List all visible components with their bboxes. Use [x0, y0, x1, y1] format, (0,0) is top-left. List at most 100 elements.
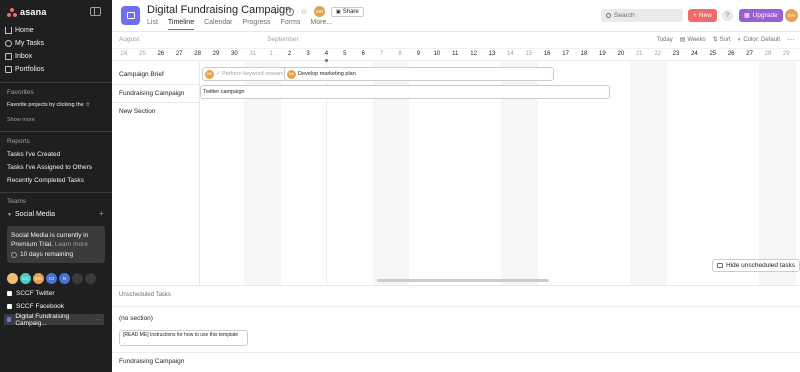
- unscheduled-panel: Unscheduled Tasks (no section) [READ ME]…: [112, 285, 800, 372]
- report-recently-completed[interactable]: Recently Completed Tasks: [7, 177, 84, 184]
- timeline-grid[interactable]: MN ✓ Perform keyword research MN Develop…: [200, 62, 800, 285]
- nav-inbox-label: Inbox: [15, 53, 33, 60]
- day-label: 8: [398, 51, 402, 57]
- nav-home-label: Home: [15, 27, 34, 34]
- nav-inbox[interactable]: Inbox: [5, 53, 32, 60]
- project-digital-fundraising[interactable]: Digital Fundraising Campaig... ···: [4, 313, 104, 327]
- add-project-icon[interactable]: +: [99, 209, 104, 218]
- member-avatar[interactable]: [7, 273, 18, 284]
- today-button[interactable]: Today: [657, 37, 673, 43]
- tab-progress[interactable]: Progress: [243, 19, 271, 30]
- project-tabs: List Timeline Calendar Progress Forms Mo…: [147, 19, 332, 30]
- hide-unscheduled-button[interactable]: Hide unscheduled tasks: [712, 259, 800, 272]
- task-bar[interactable]: Twitter campaign: [200, 85, 610, 99]
- tab-more[interactable]: More...: [310, 19, 332, 30]
- favorites-heading[interactable]: Favorites: [7, 89, 34, 96]
- horizontal-scrollbar[interactable]: [377, 279, 549, 282]
- day-label: 20: [617, 51, 625, 57]
- nav-home[interactable]: Home: [5, 27, 34, 34]
- star-icon[interactable]: ☆: [300, 7, 308, 16]
- asana-logo[interactable]: asana: [7, 7, 47, 17]
- nav-portfolios[interactable]: Portfolios: [5, 66, 44, 73]
- day-label: 2: [287, 51, 292, 57]
- tab-timeline[interactable]: Timeline: [167, 19, 195, 30]
- day-label: 3: [306, 51, 310, 57]
- task-bar[interactable]: MN ✓ Perform keyword research: [202, 67, 288, 81]
- day-label: 24: [120, 51, 128, 57]
- section-divider: [112, 102, 200, 103]
- project-more-icon[interactable]: ···: [95, 317, 104, 323]
- color-label: Color: Default: [743, 36, 780, 43]
- info-icon[interactable]: i: [286, 7, 294, 16]
- timeline-view: August September Today ▤ Weeks ⇅ Sort ◐ Col…: [112, 33, 800, 285]
- today-label: Today: [656, 36, 673, 43]
- day-label: 19: [599, 51, 606, 57]
- month-label: September: [267, 36, 299, 43]
- day-label: 1: [269, 51, 273, 57]
- report-tasks-assigned[interactable]: Tasks I've Assigned to Others: [7, 164, 92, 171]
- member-avatar[interactable]: N: [59, 273, 70, 284]
- days-remaining-label: 10 days remaining: [20, 251, 74, 258]
- collapse-sidebar-icon[interactable]: [90, 7, 101, 16]
- unscheduled-task-card[interactable]: [READ ME] Instructions for how to use th…: [119, 330, 248, 346]
- help-icon[interactable]: ?: [722, 10, 733, 21]
- hide-unscheduled-label: Hide unscheduled tasks: [726, 262, 796, 269]
- team-social-media[interactable]: ▼ Social Media: [7, 211, 55, 218]
- tab-calendar[interactable]: Calendar: [204, 19, 232, 30]
- day-label: 4: [324, 51, 329, 57]
- assignee-avatar: MN: [205, 69, 214, 79]
- teams-heading[interactable]: Teams: [7, 198, 26, 205]
- lock-icon: ▣: [336, 8, 341, 15]
- section-fundraising-campaign[interactable]: Fundraising Campaign: [119, 90, 184, 97]
- member-avatar[interactable]: CC: [20, 273, 31, 284]
- sort-button[interactable]: ⇅ Sort: [712, 36, 731, 44]
- task-label: ✓ Perform keyword research: [216, 71, 287, 77]
- day-label: 14: [507, 51, 514, 57]
- more-options-icon[interactable]: ···: [787, 35, 795, 44]
- share-button[interactable]: ▣ Share: [331, 6, 364, 17]
- nav-my-tasks[interactable]: My Tasks: [5, 40, 44, 47]
- chevron-down-icon[interactable]: ⌄: [272, 7, 280, 16]
- project-sccf-twitter[interactable]: SCCF Twitter: [7, 290, 107, 297]
- day-label: 6: [361, 51, 365, 57]
- tab-list[interactable]: List: [147, 19, 158, 30]
- task-bar[interactable]: MN Develop marketing plan: [284, 67, 554, 81]
- divider: [112, 306, 800, 307]
- more-members-icon[interactable]: [72, 273, 83, 284]
- trial-text: Social Media is currently in Premium Tri…: [11, 231, 101, 249]
- day-label: 28: [764, 51, 772, 57]
- section-new-section[interactable]: New Section: [119, 108, 156, 115]
- section-campaign-brief[interactable]: Campaign Brief: [119, 71, 164, 78]
- project-sccf-facebook[interactable]: SCCF Facebook: [7, 303, 107, 310]
- day-label: 23: [672, 51, 680, 57]
- gift-icon: ▦: [744, 13, 750, 19]
- user-avatar[interactable]: MN: [785, 9, 798, 22]
- search-icon: [606, 13, 611, 18]
- color-button[interactable]: ◐ Color: Default: [738, 37, 780, 43]
- new-button[interactable]: + New: [688, 9, 717, 22]
- favorites-hint: Favorite projects by clicking the ☆: [7, 102, 91, 108]
- member-avatar[interactable]: CJ: [46, 273, 57, 284]
- day-label: 31: [249, 51, 257, 57]
- tab-forms[interactable]: Forms: [281, 19, 301, 30]
- asana-logo-icon: [7, 7, 17, 17]
- owner-avatar[interactable]: MN: [314, 6, 325, 17]
- day-label: 11: [452, 51, 459, 57]
- zoom-label: Weeks: [687, 36, 706, 43]
- member-avatar[interactable]: MN: [33, 273, 44, 284]
- learn-more-link[interactable]: Learn more: [55, 241, 88, 248]
- project-icon[interactable]: [121, 6, 140, 25]
- reports-heading[interactable]: Reports: [7, 138, 30, 145]
- upgrade-button[interactable]: ▦ Upgrade: [739, 9, 783, 22]
- project-label: SCCF Twitter: [16, 290, 55, 297]
- invite-member-icon[interactable]: [85, 273, 96, 284]
- panel-icon: [717, 263, 723, 268]
- sort-icon: ⇅: [712, 37, 718, 43]
- weekend-column: [630, 62, 667, 285]
- report-tasks-created[interactable]: Tasks I've Created: [7, 151, 60, 158]
- zoom-button[interactable]: ▤ Weeks: [680, 36, 706, 44]
- page-title[interactable]: Digital Fundraising Campaign: [147, 4, 291, 16]
- search-input[interactable]: Search: [601, 9, 683, 22]
- show-more-link[interactable]: Show more: [7, 117, 35, 123]
- day-label: 9: [416, 51, 421, 57]
